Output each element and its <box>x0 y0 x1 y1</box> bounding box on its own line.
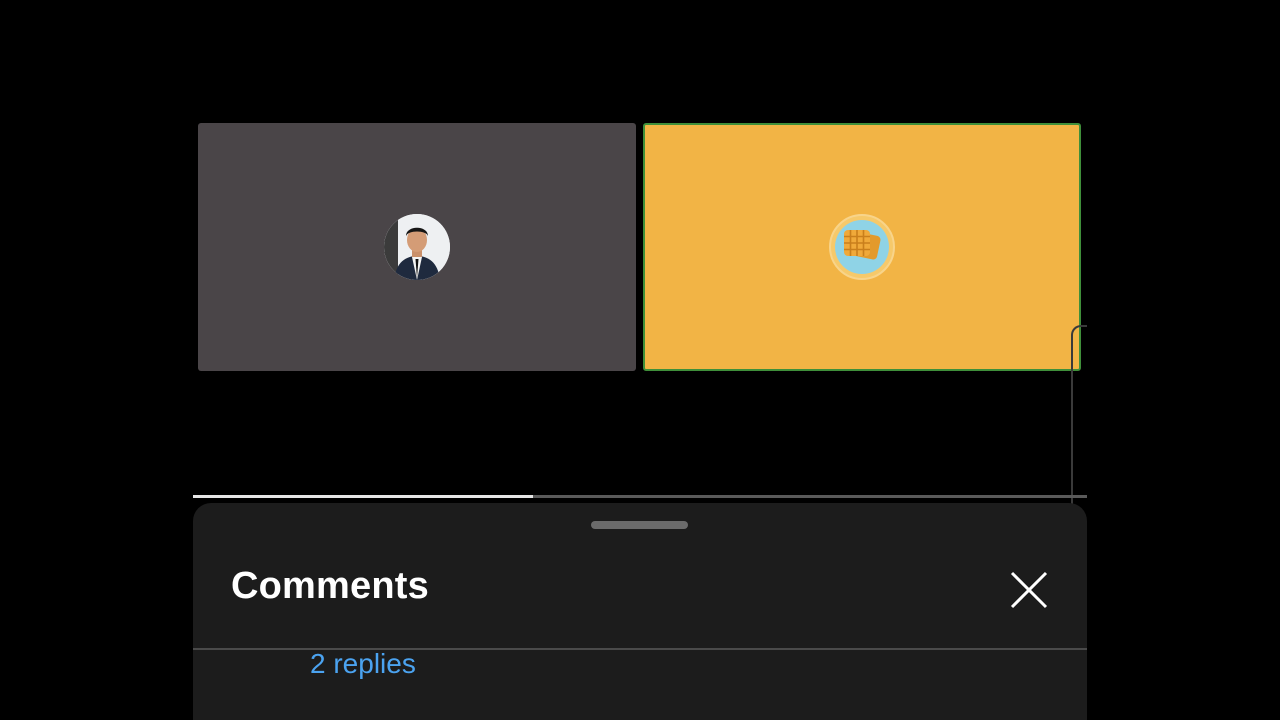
waffle-avatar-icon <box>829 214 895 280</box>
participant-tile-person[interactable] <box>198 123 636 371</box>
participant-tile-waffle[interactable] <box>643 123 1081 371</box>
comments-title: Comments <box>231 565 429 607</box>
close-button[interactable] <box>1008 569 1050 611</box>
replies-link[interactable]: 2 replies <box>310 648 416 680</box>
sheet-drag-handle[interactable] <box>591 521 688 529</box>
comments-sheet: Comments 2 replies <box>193 503 1087 720</box>
video-progress-fill <box>193 495 533 498</box>
video-progress-bar[interactable] <box>193 495 1087 498</box>
close-icon <box>1010 571 1048 609</box>
person-avatar-icon <box>384 214 450 280</box>
video-stage: Comments 2 replies <box>0 0 1280 720</box>
